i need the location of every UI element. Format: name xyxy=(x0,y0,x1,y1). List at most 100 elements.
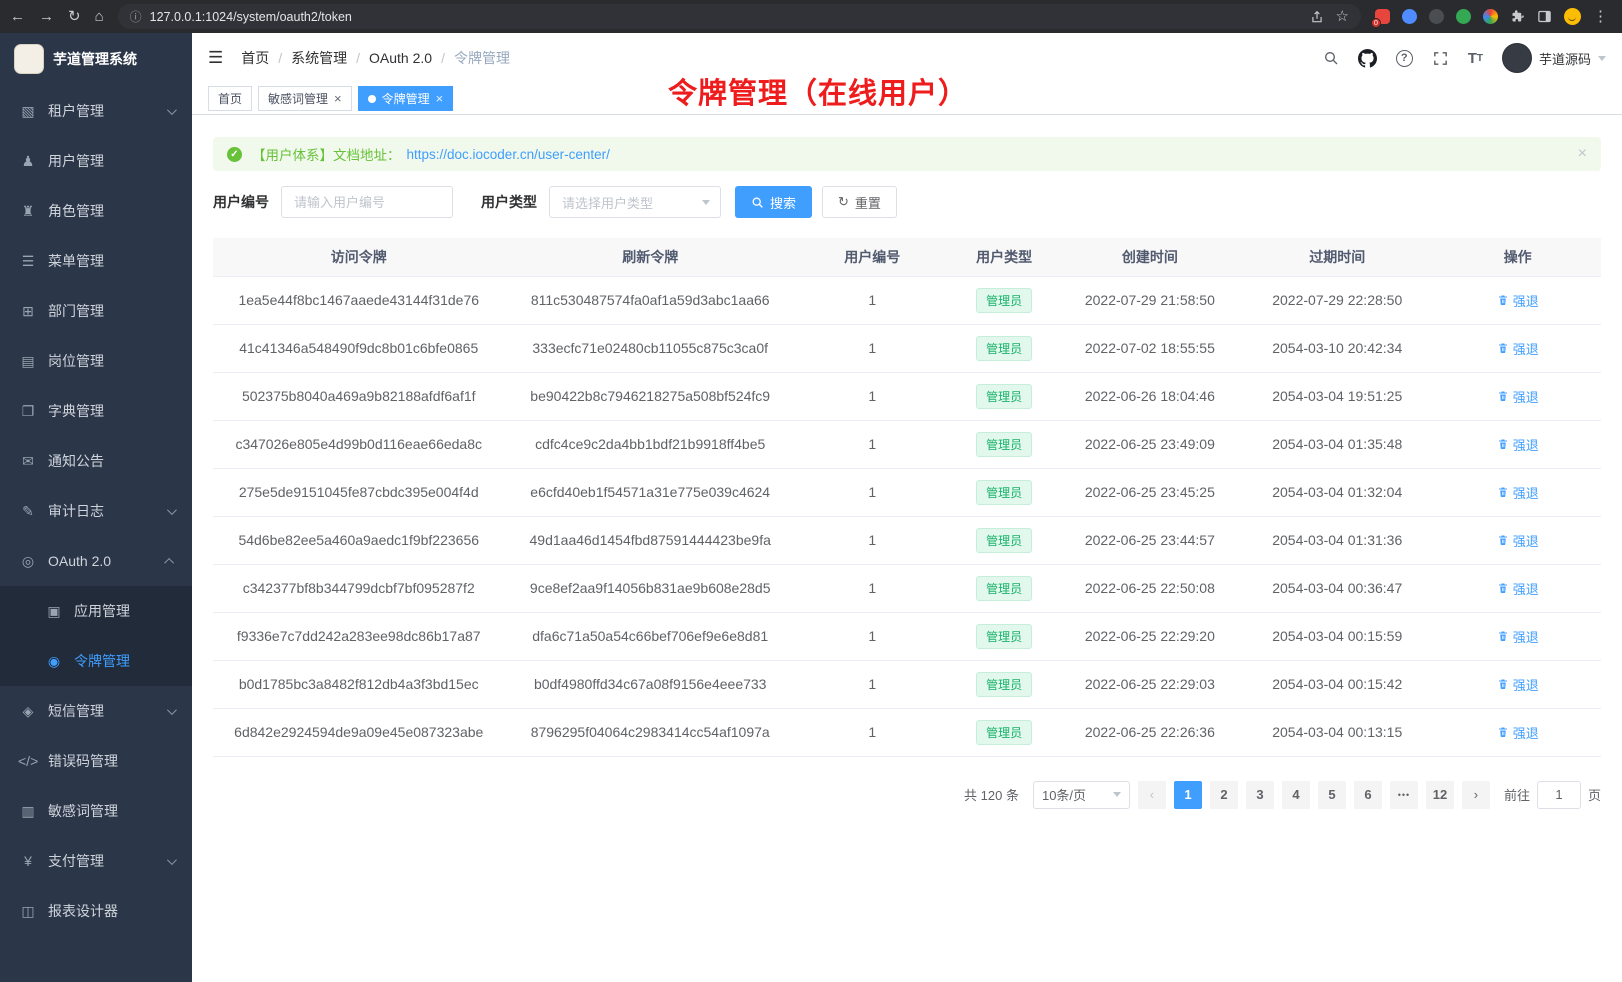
access-token-cell: b0d1785bc3a8482f812db4a3f3bd15ec xyxy=(213,660,504,708)
table-row: b0d1785bc3a8482f812db4a3f3bd15ec b0df498… xyxy=(213,660,1601,708)
access-token-cell: c347026e805e4d99b0d116eae66eda8c xyxy=(213,420,504,468)
sidebar-item-payment-management[interactable]: ¥支付管理 xyxy=(0,836,192,886)
main-area: ☰ 首页 / 系统管理 / OAuth 2.0 / 令牌管理 ? TT 芋道 xyxy=(192,33,1622,982)
sidebar-item-role-management[interactable]: ♜角色管理 xyxy=(0,186,192,236)
user-id-cell: 1 xyxy=(796,276,949,324)
user-type-select[interactable]: 请选择用户类型 xyxy=(549,186,721,218)
breadcrumb-oauth2[interactable]: OAuth 2.0 xyxy=(369,50,432,66)
goto-page-input[interactable] xyxy=(1537,781,1581,809)
share-icon[interactable] xyxy=(1310,10,1324,24)
force-logout-button[interactable]: 强退 xyxy=(1497,723,1539,742)
close-icon[interactable]: × xyxy=(436,92,444,105)
breadcrumb-system[interactable]: 系统管理 xyxy=(291,48,347,68)
browser-profile-avatar[interactable] xyxy=(1564,8,1581,25)
header-actions: ? TT 芋道源码 xyxy=(1323,43,1606,73)
sidebar-item-tenant-management[interactable]: ▧租户管理 xyxy=(0,86,192,136)
search-button[interactable]: 搜索 xyxy=(735,186,812,218)
sidebar-item-sms-management[interactable]: ◈短信管理 xyxy=(0,686,192,736)
page-size-value: 10条/页 xyxy=(1042,785,1086,804)
sidebar-item-notice-management[interactable]: ✉通知公告 xyxy=(0,436,192,486)
sidebar-item-dict-management[interactable]: ❐字典管理 xyxy=(0,386,192,436)
browser-menu-icon[interactable]: ⋮ xyxy=(1593,9,1608,24)
force-logout-button[interactable]: 强退 xyxy=(1497,483,1539,502)
force-logout-button[interactable]: 强退 xyxy=(1497,387,1539,406)
tab-label: 首页 xyxy=(218,90,242,107)
pagination-prev-button[interactable]: ‹ xyxy=(1138,781,1166,809)
pagination-page-4[interactable]: 4 xyxy=(1282,781,1310,809)
sidebar-item-post-management[interactable]: ▤岗位管理 xyxy=(0,336,192,386)
pagination-next-button[interactable]: › xyxy=(1462,781,1490,809)
force-logout-button[interactable]: 强退 xyxy=(1497,291,1539,310)
force-logout-button[interactable]: 强退 xyxy=(1497,627,1539,646)
home-icon[interactable]: ⌂ xyxy=(95,9,104,24)
extension-blue-icon[interactable] xyxy=(1402,9,1417,24)
bookmark-star-icon[interactable]: ☆ xyxy=(1336,9,1349,24)
sidebar-item-user-management[interactable]: ♟用户管理 xyxy=(0,136,192,186)
oauth2-icon: ◎ xyxy=(18,553,38,570)
column-refresh-token: 刷新令牌 xyxy=(504,238,795,276)
extension-red-icon[interactable]: 0 xyxy=(1375,9,1390,24)
app-logo[interactable]: 芋道管理系统 xyxy=(0,33,192,84)
sidebar-item-sensitive-word-management[interactable]: ▥敏感词管理 xyxy=(0,786,192,836)
user-id-input[interactable] xyxy=(281,186,453,218)
sidebar-item-oauth2-token-management[interactable]: ◉令牌管理 xyxy=(0,636,192,686)
close-icon[interactable]: × xyxy=(334,92,342,105)
force-logout-button[interactable]: 强退 xyxy=(1497,435,1539,454)
user-id-cell: 1 xyxy=(796,420,949,468)
forward-icon[interactable]: → xyxy=(39,9,54,24)
fullscreen-icon[interactable] xyxy=(1432,50,1449,67)
refresh-icon[interactable]: ↻ xyxy=(68,9,81,24)
sidebar-item-menu-management[interactable]: ☰菜单管理 xyxy=(0,236,192,286)
url-bar[interactable]: ⓘ 127.0.0.1:1024/system/oauth2/token ☆ xyxy=(118,4,1361,29)
user-menu[interactable]: 芋道源码 xyxy=(1502,43,1606,73)
tab-token-management[interactable]: 令牌管理 × xyxy=(358,86,454,111)
sidebar-item-oauth2[interactable]: ◎OAuth 2.0 xyxy=(0,536,192,586)
pagination-ellipsis[interactable]: ••• xyxy=(1390,781,1418,809)
doc-link[interactable]: https://doc.iocoder.cn/user-center/ xyxy=(407,147,610,162)
alert-close-icon[interactable]: × xyxy=(1578,145,1587,163)
refresh-token-cell: 49d1aa46d1454fbd87591444423be9fa xyxy=(504,516,795,564)
pagination-page-12[interactable]: 12 xyxy=(1426,781,1454,809)
sidebar-item-label: 短信管理 xyxy=(48,701,167,721)
pagination-page-6[interactable]: 6 xyxy=(1354,781,1382,809)
force-logout-button[interactable]: 强退 xyxy=(1497,579,1539,598)
pagination-page-1[interactable]: 1 xyxy=(1174,781,1202,809)
help-icon[interactable]: ? xyxy=(1396,50,1413,67)
github-icon[interactable] xyxy=(1358,49,1377,68)
sidebar-item-oauth2-app-management[interactable]: ▣应用管理 xyxy=(0,586,192,636)
report-designer-icon: ◫ xyxy=(18,903,38,920)
breadcrumb-home[interactable]: 首页 xyxy=(241,48,269,68)
back-icon[interactable]: ← xyxy=(10,9,25,24)
pagination-page-2[interactable]: 2 xyxy=(1210,781,1238,809)
extension-colorful-icon[interactable] xyxy=(1483,9,1498,24)
pagination-page-3[interactable]: 3 xyxy=(1246,781,1274,809)
tab-sensitive-word-management[interactable]: 敏感词管理 × xyxy=(258,86,352,111)
force-logout-button[interactable]: 强退 xyxy=(1497,339,1539,358)
tab-home[interactable]: 首页 xyxy=(208,86,252,111)
refresh-token-cell: be90422b8c7946218275a508bf524fc9 xyxy=(504,372,795,420)
puzzle-extensions-icon[interactable] xyxy=(1510,9,1525,24)
site-info-icon[interactable]: ⓘ xyxy=(130,8,142,25)
force-logout-label: 强退 xyxy=(1513,339,1539,358)
refresh-token-cell: cdfc4ce9c2da4bb1bdf21b9918ff4be5 xyxy=(504,420,795,468)
delete-icon xyxy=(1497,390,1509,402)
chevron-down-icon xyxy=(167,705,177,715)
user-type-badge: 管理员 xyxy=(976,288,1032,313)
sidebar-item-error-code-management[interactable]: </>错误码管理 xyxy=(0,736,192,786)
table-row: 1ea5e44f8bc1467aaede43144f31de76 811c530… xyxy=(213,276,1601,324)
sidebar-item-audit-log[interactable]: ✎审计日志 xyxy=(0,486,192,536)
force-logout-button[interactable]: 强退 xyxy=(1497,675,1539,694)
search-icon[interactable] xyxy=(1323,50,1339,66)
pagination-page-5[interactable]: 5 xyxy=(1318,781,1346,809)
reset-button[interactable]: ↻ 重置 xyxy=(822,186,897,218)
side-panel-icon[interactable] xyxy=(1537,9,1552,24)
sidebar-toggle-icon[interactable]: ☰ xyxy=(208,48,223,68)
sidebar-item-report-designer[interactable]: ◫报表设计器 xyxy=(0,886,192,936)
extension-green-icon[interactable] xyxy=(1456,9,1471,24)
font-size-icon[interactable]: TT xyxy=(1468,50,1483,67)
goto-label: 前往 xyxy=(1504,785,1530,804)
sidebar-item-dept-management[interactable]: ⊞部门管理 xyxy=(0,286,192,336)
page-size-select[interactable]: 10条/页 xyxy=(1033,781,1130,809)
force-logout-button[interactable]: 强退 xyxy=(1497,531,1539,550)
extension-dark-icon[interactable] xyxy=(1429,9,1444,24)
